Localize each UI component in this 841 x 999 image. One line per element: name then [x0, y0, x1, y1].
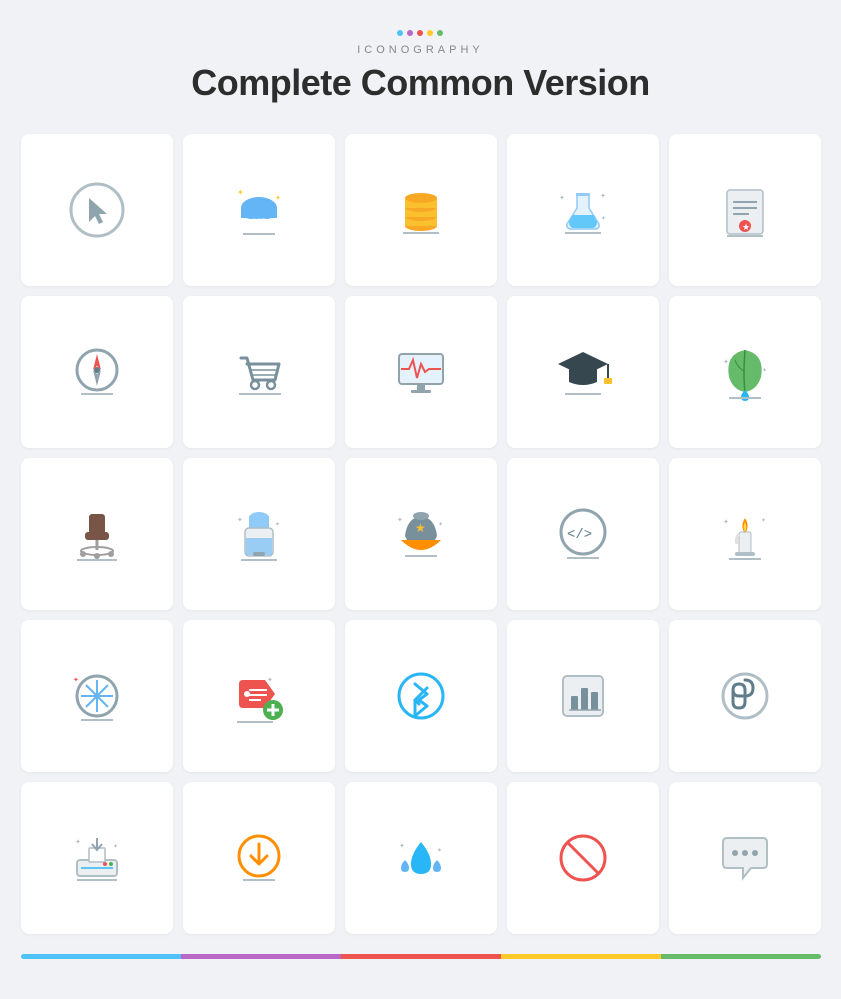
star-cap-icon: ✦ ✦ ★	[391, 504, 451, 564]
no-entry-icon-cell	[507, 782, 659, 934]
candle-icon-cell: ✦ ✦	[669, 458, 821, 610]
footer-bar-red	[341, 954, 501, 959]
svg-text:✦: ✦	[113, 843, 118, 850]
svg-text:✦: ✦	[438, 521, 443, 528]
footer-bar-cyan	[21, 954, 181, 959]
svg-text:✦: ✦	[437, 847, 442, 854]
shopping-cart-icon-cell	[183, 296, 335, 448]
svg-text:✦: ✦	[601, 215, 606, 222]
download-circle-icon	[229, 828, 289, 888]
certificate-icon-cell: ★	[669, 134, 821, 286]
price-tag-icon: ✦	[229, 666, 289, 726]
svg-text:★: ★	[742, 222, 750, 232]
water-dispenser-icon: ✦ ✦	[229, 504, 289, 564]
certificate-icon: ★	[715, 180, 775, 240]
no-entry-icon	[553, 828, 613, 888]
leaf-drop-icon: ✦ ✦	[715, 342, 775, 402]
code-icon: </>	[553, 504, 613, 564]
svg-text:✦: ✦	[73, 676, 79, 684]
chart-bar-icon	[553, 666, 613, 726]
header-subtitle: ICONOGRAPHY	[191, 44, 650, 56]
header-title: Complete Common Version	[191, 62, 650, 104]
compass-icon	[67, 342, 127, 402]
chat-dots-icon	[715, 828, 775, 888]
svg-text:✦: ✦	[237, 516, 243, 524]
shopping-cart-icon	[229, 342, 289, 402]
monitor-heartbeat-icon-cell	[345, 296, 497, 448]
water-drops-icon: ✦ ✦	[391, 828, 451, 888]
svg-text:✦: ✦	[399, 842, 405, 850]
paperclip-icon-cell	[669, 620, 821, 772]
download-circle-icon-cell	[183, 782, 335, 934]
svg-text:✦: ✦	[75, 838, 81, 846]
code-icon-cell: </>	[507, 458, 659, 610]
snowflake-timer-icon-cell: ✦	[21, 620, 173, 772]
svg-text:✦: ✦	[761, 517, 766, 524]
candle-icon: ✦ ✦	[715, 504, 775, 564]
water-dispenser-icon-cell: ✦ ✦	[183, 458, 335, 610]
water-drops-icon-cell: ✦ ✦	[345, 782, 497, 934]
footer-bar-green	[661, 954, 821, 959]
office-chair-icon-cell	[21, 458, 173, 610]
science-flask-icon-cell: ✦ ✦ ✦	[507, 134, 659, 286]
price-tag-icon-cell: ✦	[183, 620, 335, 772]
scanner-icon: ✦ ✦	[67, 828, 127, 888]
star-cap-icon-cell: ✦ ✦ ★	[345, 458, 497, 610]
bluetooth-icon-cell	[345, 620, 497, 772]
svg-text:✦: ✦	[275, 521, 280, 528]
cloud-upload-icon: ✦ ✦	[229, 180, 289, 240]
svg-text:✦: ✦	[559, 194, 565, 202]
footer-bar-purple	[181, 954, 341, 959]
bluetooth-icon	[391, 666, 451, 726]
chart-bar-icon-cell	[507, 620, 659, 772]
svg-text:✦: ✦	[600, 192, 606, 200]
svg-text:✦: ✦	[267, 676, 273, 684]
chat-dots-icon-cell	[669, 782, 821, 934]
snowflake-timer-icon: ✦	[67, 666, 127, 726]
leaf-drop-icon-cell: ✦ ✦	[669, 296, 821, 448]
graduation-cap-icon-cell	[507, 296, 659, 448]
svg-text:✦: ✦	[397, 516, 403, 524]
science-flask-icon: ✦ ✦ ✦	[553, 180, 613, 240]
svg-text:✦: ✦	[762, 367, 767, 374]
header-dots	[191, 30, 650, 36]
footer-bar-yellow	[501, 954, 661, 959]
cursor-icon-cell	[21, 134, 173, 286]
monitor-heartbeat-icon	[391, 342, 451, 402]
scanner-icon-cell: ✦ ✦	[21, 782, 173, 934]
database-coins-icon-cell	[345, 134, 497, 286]
graduation-cap-icon	[553, 342, 613, 402]
page-header: ICONOGRAPHY Complete Common Version	[191, 30, 650, 104]
cursor-icon	[67, 180, 127, 240]
database-coins-icon	[391, 180, 451, 240]
svg-text:★: ★	[415, 521, 426, 535]
compass-icon-cell	[21, 296, 173, 448]
footer-bars	[21, 954, 821, 959]
svg-text:✦: ✦	[237, 188, 244, 197]
icon-grid: ✦ ✦	[21, 134, 821, 934]
cloud-upload-icon-cell: ✦ ✦	[183, 134, 335, 286]
office-chair-icon	[67, 504, 127, 564]
paperclip-icon	[715, 666, 775, 726]
svg-text:</>: </>	[567, 527, 592, 543]
svg-text:✦: ✦	[275, 194, 281, 202]
svg-text:✦: ✦	[723, 358, 729, 366]
svg-text:✦: ✦	[723, 518, 729, 526]
